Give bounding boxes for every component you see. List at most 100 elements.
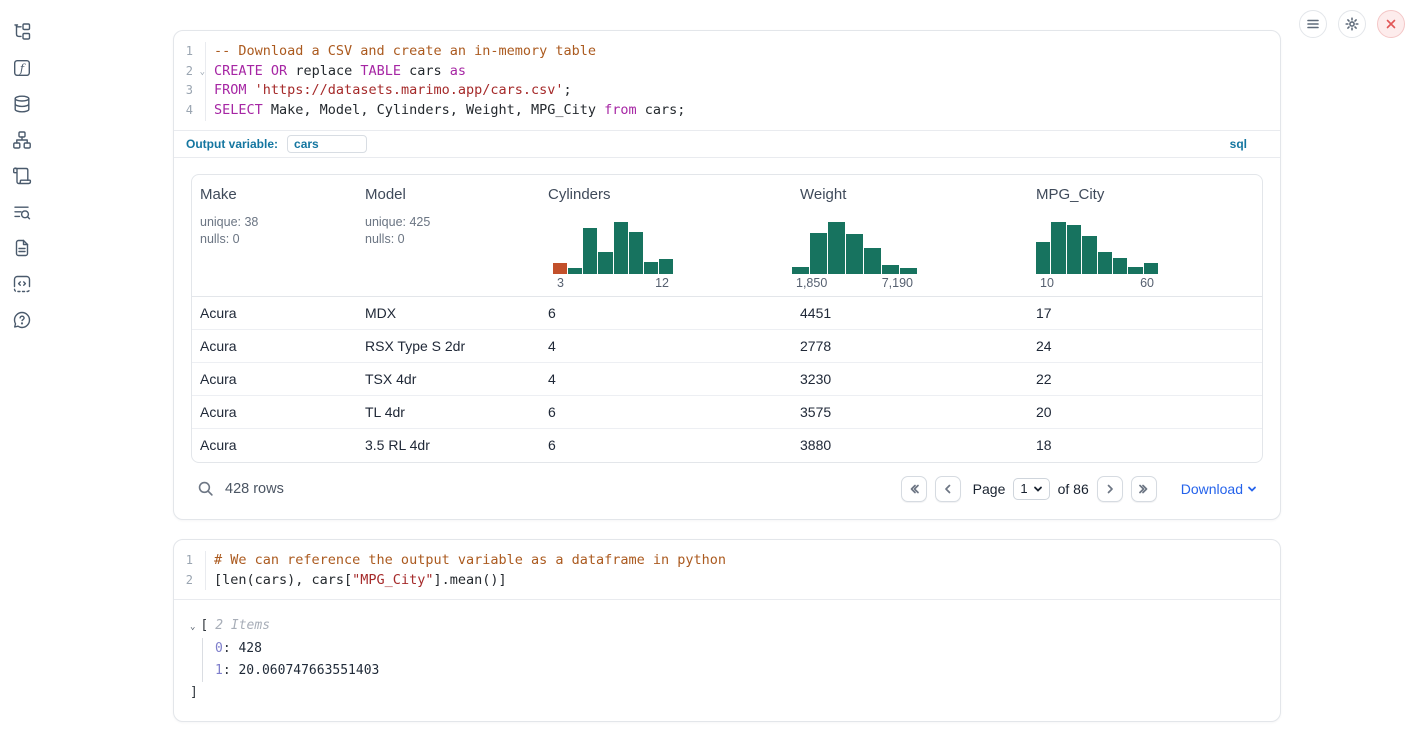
table-cell: 3575 <box>792 404 1028 420</box>
histogram-bar <box>810 233 827 274</box>
column-header-model[interactable]: Model unique: 425 nulls: 0 <box>357 175 540 296</box>
column-header-make[interactable]: Make unique: 38 nulls: 0 <box>192 175 357 296</box>
collapse-chevron-icon[interactable]: ⌄ <box>190 622 195 632</box>
column-header-cylinders[interactable]: Cylinders 3 12 <box>540 175 792 296</box>
histogram-bar <box>598 252 612 274</box>
code-text: # We can reference the output variable a… <box>206 551 726 571</box>
code-text: CREATE OR replace TABLE cars as <box>206 62 466 82</box>
histogram-bar <box>864 248 881 274</box>
next-page-button[interactable] <box>1097 476 1123 502</box>
histogram-bar <box>614 222 628 274</box>
tree-children: 0: 4281: 20.060747663551403 <box>202 638 1264 682</box>
menu-button[interactable] <box>1299 10 1327 38</box>
histogram-bar <box>568 268 582 274</box>
table-cell: Acura <box>192 305 357 321</box>
language-badge: sql <box>1230 137 1247 151</box>
output-variable-input[interactable] <box>287 135 367 153</box>
line-number: 3 <box>174 81 206 101</box>
svg-text:f: f <box>19 61 26 75</box>
settings-button[interactable] <box>1338 10 1366 38</box>
table-row[interactable]: AcuraTSX 4dr4323022 <box>192 363 1262 396</box>
table-cell: 22 <box>1028 371 1262 387</box>
tree-entry: 0: 428 <box>215 638 1264 660</box>
last-page-button[interactable] <box>1131 476 1157 502</box>
page-select[interactable]: 1 <box>1013 478 1049 500</box>
code-text: -- Download a CSV and create an in-memor… <box>206 42 596 62</box>
tree-root: ⌄[2 Items <box>190 615 1264 638</box>
table-cell: Acura <box>192 404 357 420</box>
line-number: 1 <box>174 551 206 571</box>
shutdown-button[interactable] <box>1377 10 1405 38</box>
sql-cell: 1 -- Download a CSV and create an in-memo… <box>173 30 1281 520</box>
page-total-label: of 86 <box>1058 481 1089 497</box>
file-tree-icon[interactable] <box>12 22 32 42</box>
table-cell: TL 4dr <box>357 404 540 420</box>
search-icon[interactable] <box>197 480 215 498</box>
histogram-min-label: 3 <box>557 276 564 290</box>
code-line: 3FROM 'https://datasets.marimo.app/cars.… <box>174 81 1280 101</box>
histogram-bar <box>1113 258 1127 274</box>
histogram-bar <box>583 228 597 274</box>
table-cell: Acura <box>192 338 357 354</box>
tree-entry-value: 20.060747663551403 <box>238 663 379 678</box>
histogram-bar <box>882 265 899 274</box>
table-row[interactable]: Acura3.5 RL 4dr6388018 <box>192 429 1262 462</box>
tree-items-count: 2 Items <box>208 618 270 633</box>
table-cell: MDX <box>357 305 540 321</box>
column-stats: unique: 425 nulls: 0 <box>365 214 532 248</box>
pagination: Page 1 of 86 Download <box>901 476 1257 502</box>
chevron-down-icon <box>1247 484 1257 494</box>
code-text: FROM 'https://datasets.marimo.app/cars.c… <box>206 81 572 101</box>
database-icon[interactable] <box>12 94 32 114</box>
histogram-min-label: 1,850 <box>796 276 827 290</box>
sql-code-editor[interactable]: 1-- Download a CSV and create an in-memo… <box>174 31 1280 130</box>
table-cell: 17 <box>1028 305 1262 321</box>
cylinders-histogram: 3 12 <box>553 222 673 290</box>
column-label: Make <box>200 186 349 203</box>
scroll-icon[interactable] <box>12 166 32 186</box>
help-circle-icon[interactable] <box>12 310 32 330</box>
column-label: Cylinders <box>548 186 784 203</box>
first-page-button[interactable] <box>901 476 927 502</box>
fold-chevron-icon[interactable]: ⌄ <box>200 63 205 83</box>
tree-entry-value: 428 <box>238 641 261 656</box>
code-line: 4SELECT Make, Model, Cylinders, Weight, … <box>174 101 1280 121</box>
table-cell: 6 <box>540 404 792 420</box>
row-count: 428 rows <box>225 481 284 497</box>
table-row[interactable]: AcuraTL 4dr6357520 <box>192 396 1262 429</box>
table-cell: 4451 <box>792 305 1028 321</box>
code-line: 1-- Download a CSV and create an in-memo… <box>174 42 1280 62</box>
function-square-icon[interactable]: f <box>12 58 32 78</box>
page-label: Page <box>973 481 1006 497</box>
mpg-city-histogram: 10 60 <box>1036 222 1158 290</box>
weight-histogram: 1,850 7,190 <box>792 222 917 290</box>
chevron-down-icon <box>1033 484 1043 494</box>
line-number: 2 <box>174 571 206 591</box>
table-row[interactable]: AcuraRSX Type S 2dr4277824 <box>192 330 1262 363</box>
dependency-graph-icon[interactable] <box>12 130 32 150</box>
tree-entry-key: 0 <box>215 641 223 656</box>
download-button[interactable]: Download <box>1181 481 1257 497</box>
histogram-bar <box>1098 252 1112 274</box>
output-variable-bar: Output variable: sql <box>174 130 1280 158</box>
snippets-code-icon[interactable] <box>12 274 32 294</box>
histogram-bar <box>792 267 809 274</box>
previous-page-button[interactable] <box>935 476 961 502</box>
table-cell: 3.5 RL 4dr <box>357 437 540 453</box>
python-code-editor[interactable]: 1# We can reference the output variable … <box>174 540 1280 599</box>
table-cell: 3230 <box>792 371 1028 387</box>
histogram-bar <box>1036 242 1050 274</box>
column-header-weight[interactable]: Weight 1,850 7,190 <box>792 175 1028 296</box>
histogram-bar <box>1128 267 1142 274</box>
histogram-max-label: 60 <box>1140 276 1154 290</box>
table-row[interactable]: AcuraMDX6445117 <box>192 297 1262 330</box>
histogram-bar <box>1082 236 1096 273</box>
column-header-mpg-city[interactable]: MPG_City 10 60 <box>1028 175 1262 296</box>
table-cell: 18 <box>1028 437 1262 453</box>
histogram-max-label: 12 <box>655 276 669 290</box>
tree-entry: 1: 20.060747663551403 <box>215 660 1264 682</box>
file-document-icon[interactable] <box>12 238 32 258</box>
table-cell: 6 <box>540 305 792 321</box>
table-cell: 3880 <box>792 437 1028 453</box>
list-search-icon[interactable] <box>12 202 32 222</box>
